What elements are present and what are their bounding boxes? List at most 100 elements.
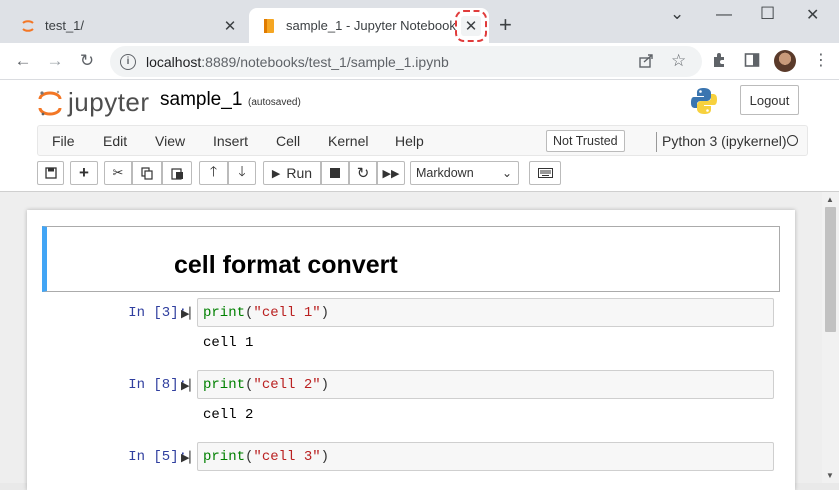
trust-notebook-button[interactable]: Not Trusted <box>546 130 625 152</box>
scroll-down-icon[interactable]: ▼ <box>826 471 834 480</box>
side-panel-icon[interactable] <box>744 52 760 72</box>
back-icon[interactable]: ← <box>12 51 34 71</box>
autosave-status: (autosaved) <box>248 97 301 108</box>
code-input[interactable]: print("cell 2") <box>197 370 774 399</box>
cell-output: cell 2 <box>203 407 254 423</box>
jupyter-favicon-icon <box>20 18 36 34</box>
menu-cell[interactable]: Cell <box>276 133 300 149</box>
tab-label: test_1/ <box>45 18 85 33</box>
arrow-up-icon: 🡑 <box>209 163 218 179</box>
tab-close-icon[interactable]: ✕ <box>220 16 240 36</box>
copy-icon <box>140 166 153 180</box>
forward-icon[interactable]: → <box>44 51 66 71</box>
cell-output: cell 1 <box>203 335 254 351</box>
kernel-idle-indicator-icon <box>787 135 798 146</box>
cell-type-select[interactable]: Markdown ⌄ <box>410 161 519 185</box>
code-function: print <box>203 376 246 393</box>
scissors-icon: ✂ <box>112 165 124 180</box>
code-input[interactable]: print("cell 3") <box>197 442 774 471</box>
menu-edit[interactable]: Edit <box>103 133 127 149</box>
run-label: Run <box>286 165 313 181</box>
arrow-down-icon: 🡓 <box>238 163 246 179</box>
reload-icon[interactable]: ↻ <box>76 51 98 71</box>
run-button[interactable]: ▶ Run <box>263 161 321 185</box>
cell-type-value: Markdown <box>416 166 474 180</box>
command-palette-button[interactable] <box>529 161 561 185</box>
scrollbar-thumb[interactable] <box>825 207 836 332</box>
move-down-button[interactable]: 🡓 <box>228 161 256 185</box>
new-tab-button[interactable]: + <box>499 14 512 36</box>
paste-icon <box>170 167 183 180</box>
code-input[interactable]: print("cell 1") <box>197 298 774 327</box>
profile-avatar[interactable] <box>774 50 796 72</box>
code-function: print <box>203 304 246 321</box>
notebook-name[interactable]: sample_1 <box>160 89 242 111</box>
page-scrollbar[interactable]: ▲ ▼ <box>822 192 839 483</box>
code-function: print <box>203 448 246 465</box>
cut-button[interactable]: ✂ <box>104 161 132 185</box>
keyboard-icon <box>537 168 553 178</box>
chevron-down-icon: ⌄ <box>501 166 512 180</box>
play-icon: ▶ <box>271 167 281 180</box>
stop-icon <box>330 168 340 178</box>
kernel-name[interactable]: Python 3 (ipykernel) <box>662 133 787 149</box>
interrupt-kernel-button[interactable] <box>321 161 349 185</box>
jupyter-logo-text: jupyter <box>68 87 150 117</box>
menu-view[interactable]: View <box>155 133 185 149</box>
tab-label: sample_1 - Jupyter Notebook <box>286 18 456 33</box>
code-string: "cell 1" <box>253 304 321 321</box>
restart-run-all-button[interactable]: ▶▶ <box>377 161 405 185</box>
copy-button[interactable] <box>132 161 162 185</box>
address-bar[interactable]: i localhost:8889/notebooks/test_1/sample… <box>110 46 702 77</box>
restart-kernel-button[interactable]: ↻ <box>349 161 377 185</box>
notebook-page: cell format convert In [3]: ▶▏ print("ce… <box>27 210 795 490</box>
move-up-button[interactable]: 🡑 <box>199 161 228 185</box>
run-cell-icon[interactable]: ▶▏ <box>181 451 198 464</box>
python-logo-icon <box>689 86 719 116</box>
menu-kernel[interactable]: Kernel <box>328 133 368 149</box>
tab-test-1[interactable]: test_1/ ✕ <box>8 8 248 43</box>
restart-icon: ↻ <box>356 165 370 182</box>
jupyter-logo[interactable]: jupyter <box>38 87 150 118</box>
run-cell-icon[interactable]: ▶▏ <box>181 379 198 392</box>
bookmark-star-icon[interactable]: ☆ <box>671 51 686 71</box>
site-info-icon[interactable]: i <box>120 53 136 70</box>
menu-file[interactable]: File <box>52 133 75 149</box>
browser-toolbar: ← → ↻ i localhost:8889/notebooks/test_1/… <box>0 43 839 80</box>
fast-forward-icon: ▶▶ <box>382 167 400 180</box>
logout-button[interactable]: Logout <box>740 85 799 115</box>
markdown-heading: cell format convert <box>174 251 398 279</box>
paste-button[interactable] <box>162 161 192 185</box>
cell-prompt: In [3]: <box>128 305 187 321</box>
run-cell-icon[interactable]: ▶▏ <box>181 307 198 320</box>
minimize-icon[interactable]: — <box>716 6 732 24</box>
code-string: "cell 3" <box>253 448 321 465</box>
more-menu-icon[interactable]: ⋮ <box>813 50 829 70</box>
tab-search-icon[interactable]: ⌄ <box>670 4 684 24</box>
menu-help[interactable]: Help <box>395 133 424 149</box>
notebook-area: cell format convert In [3]: ▶▏ print("ce… <box>0 192 822 490</box>
menu-bar: File Edit View Insert Cell Kernel Help N… <box>37 125 808 156</box>
save-button[interactable] <box>37 161 64 185</box>
cell-prompt: In [8]: <box>128 377 187 393</box>
share-icon[interactable] <box>638 53 654 73</box>
url-path: :8889/notebooks/test_1/sample_1.ipynb <box>201 53 449 70</box>
notebook-favicon-icon <box>261 18 277 34</box>
url-host: localhost <box>146 53 202 70</box>
markdown-cell-selected[interactable]: cell format convert <box>42 226 780 292</box>
extensions-icon[interactable] <box>711 52 727 72</box>
scroll-up-icon[interactable]: ▲ <box>826 195 834 204</box>
plus-icon: + <box>79 163 89 182</box>
window-close-icon[interactable]: ✕ <box>806 5 819 25</box>
cell-prompt: In [5]: <box>128 449 187 465</box>
code-string: "cell 2" <box>253 376 321 393</box>
insert-cell-button[interactable]: + <box>70 161 98 185</box>
tab-close-icon[interactable]: ✕ <box>455 9 487 42</box>
menu-insert[interactable]: Insert <box>213 133 248 149</box>
maximize-icon[interactable]: ☐ <box>760 4 775 24</box>
jupyter-logo-icon <box>38 90 62 116</box>
tab-sample-1[interactable]: sample_1 - Jupyter Notebook ✕ <box>249 8 489 43</box>
jupyter-header: jupyter sample_1 (autosaved) Logout File… <box>0 80 839 192</box>
save-icon <box>44 167 57 179</box>
kernel-divider <box>656 132 657 152</box>
